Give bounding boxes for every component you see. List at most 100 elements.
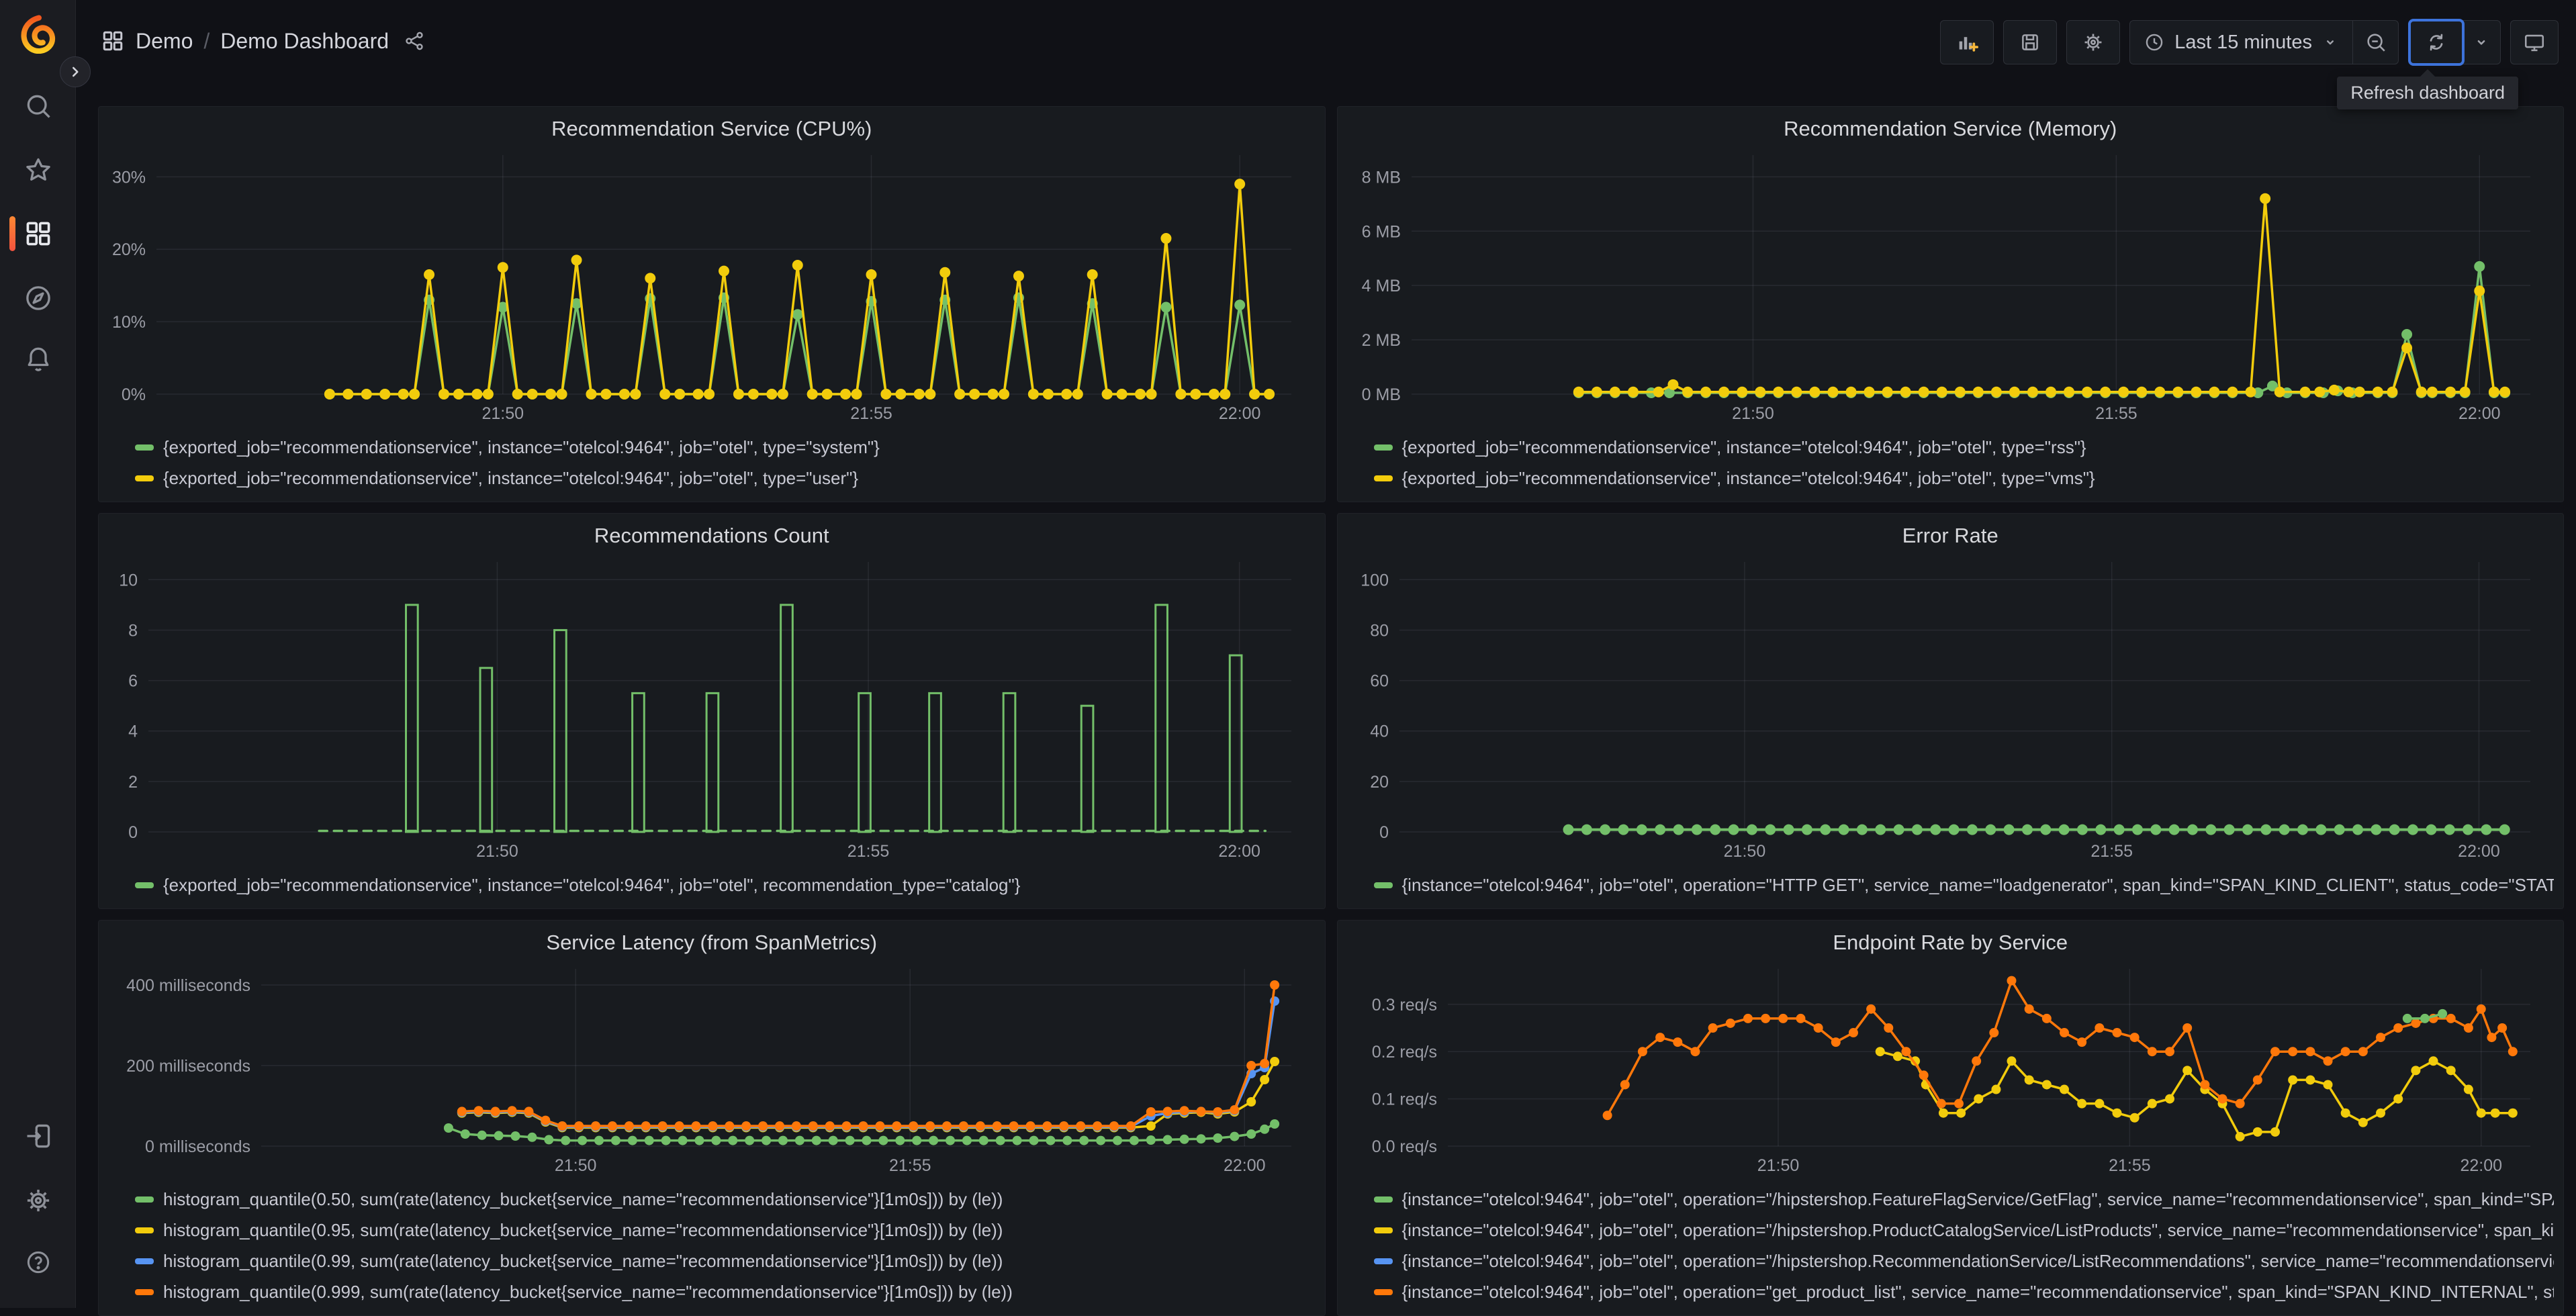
- share-button[interactable]: [404, 30, 425, 52]
- add-panel-button[interactable]: [1940, 20, 1994, 64]
- breadcrumb: Demo / Demo Dashboard: [101, 29, 425, 54]
- dashboards-grid-icon: [101, 29, 125, 53]
- legend-item[interactable]: {instance="otelcol:9464", job="otel", op…: [1373, 869, 2554, 900]
- refresh-tooltip: Refresh dashboard: [2337, 69, 2518, 109]
- legend-swatch-icon: [135, 475, 154, 481]
- svg-text:2 MB: 2 MB: [1361, 331, 1400, 350]
- chevron-right-icon: [72, 66, 79, 77]
- time-range-group: Last 15 minutes: [2129, 20, 2399, 64]
- sidebar-item-dashboards[interactable]: [22, 218, 54, 250]
- refresh-icon: [2430, 34, 2443, 51]
- breadcrumb-separator: /: [203, 28, 210, 53]
- legend-swatch-icon: [135, 1227, 154, 1233]
- svg-text:400 milliseconds: 400 milliseconds: [126, 976, 250, 995]
- save-dashboard-button[interactable]: [2003, 20, 2058, 64]
- dashboard-grid: Recommendation Service (CPU%) 0% 10% 20% 30…: [98, 106, 2564, 1316]
- legend-swatch-icon: [1373, 882, 1393, 888]
- panel-legend: histogram_quantile(0.50, sum(rate(latenc…: [108, 1181, 1316, 1307]
- svg-text:4: 4: [128, 722, 138, 741]
- breadcrumb-page-title[interactable]: Demo Dashboard: [220, 29, 389, 54]
- sidebar-expand-button[interactable]: [60, 56, 91, 87]
- topbar: Demo / Demo Dashboard Last 15 minutes: [76, 0, 2576, 82]
- grid-icon: [26, 222, 50, 246]
- svg-text:21:55: 21:55: [2095, 404, 2137, 423]
- legend-item[interactable]: {exported_job="recommendationservice", i…: [135, 432, 1316, 463]
- panel-title[interactable]: Endpoint Rate by Service: [1347, 927, 2555, 958]
- legend-item[interactable]: {instance="otelcol:9464", job="otel", op…: [1373, 1215, 2555, 1246]
- sidebar-item-help[interactable]: [22, 1246, 54, 1278]
- refresh-dashboard-button[interactable]: [2408, 19, 2465, 66]
- refresh-interval-dropdown[interactable]: [2462, 20, 2501, 64]
- legend-item[interactable]: {exported_job="recommendationservice", i…: [1373, 463, 2555, 493]
- legend-item[interactable]: {exported_job="recommendationservice", i…: [135, 463, 1316, 493]
- panel-title[interactable]: Recommendations Count: [108, 520, 1316, 551]
- svg-text:21:50: 21:50: [481, 404, 524, 423]
- svg-text:0 MB: 0 MB: [1361, 385, 1400, 404]
- legend-item[interactable]: histogram_quantile(0.95, sum(rate(latenc…: [135, 1215, 1316, 1246]
- svg-text:8: 8: [128, 621, 138, 640]
- add-panel-icon: [1959, 37, 1979, 52]
- sidebar-item-explore[interactable]: [22, 282, 54, 314]
- zoom-out-icon: [2366, 34, 2385, 52]
- panel-service-latency: Service Latency (from SpanMetrics) 0 mil…: [98, 920, 1326, 1316]
- monitor-icon: [2524, 34, 2544, 52]
- panel-title[interactable]: Recommendation Service (CPU%): [108, 113, 1316, 144]
- svg-text:6 MB: 6 MB: [1361, 222, 1400, 241]
- legend-swatch-icon: [1373, 1227, 1393, 1233]
- dashboard-settings-button[interactable]: [2066, 20, 2121, 64]
- legend-item[interactable]: {instance="otelcol:9464", job="otel", op…: [1373, 1276, 2554, 1307]
- legend-label: histogram_quantile(0.999, sum(rate(laten…: [163, 1281, 1013, 1302]
- legend-item[interactable]: {exported_job="recommendationservice", i…: [135, 869, 1316, 900]
- svg-text:30%: 30%: [112, 168, 146, 187]
- sidebar-item-search[interactable]: [22, 90, 54, 122]
- legend-swatch-icon: [135, 1196, 154, 1203]
- svg-text:0 milliseconds: 0 milliseconds: [145, 1137, 250, 1156]
- legend-swatch-icon: [135, 1288, 154, 1295]
- panel-title[interactable]: Error Rate: [1347, 520, 2555, 551]
- legend-label: {instance="otelcol:9464", job="otel", op…: [1401, 1188, 2555, 1209]
- svg-text:10%: 10%: [112, 313, 146, 332]
- zoom-out-time-button[interactable]: [2352, 21, 2398, 64]
- legend-item[interactable]: histogram_quantile(0.999, sum(rate(laten…: [135, 1276, 1316, 1307]
- gear-icon: [2084, 34, 2102, 51]
- legend-item[interactable]: histogram_quantile(0.99, sum(rate(latenc…: [135, 1246, 1316, 1276]
- sidebar-item-configuration[interactable]: [22, 1184, 54, 1217]
- legend-item[interactable]: {instance="otelcol:9464", job="otel", op…: [1373, 1184, 2555, 1215]
- chevron-down-icon: [2477, 40, 2485, 45]
- legend-swatch-icon: [1373, 1258, 1393, 1264]
- svg-text:21:50: 21:50: [476, 842, 518, 861]
- toolbar: Last 15 minutes: [1940, 19, 2559, 66]
- svg-text:0%: 0%: [122, 385, 146, 404]
- legend-label: histogram_quantile(0.99, sum(rate(latenc…: [163, 1250, 1003, 1271]
- grafana-logo[interactable]: [19, 15, 58, 56]
- svg-text:6: 6: [128, 672, 138, 691]
- legend-item[interactable]: {exported_job="recommendationservice", i…: [1373, 432, 2555, 463]
- svg-text:60: 60: [1370, 672, 1389, 691]
- refresh-group: [2408, 19, 2501, 66]
- panel-recommendation-cpu: Recommendation Service (CPU%) 0% 10% 20% 30…: [98, 106, 1326, 502]
- legend-item[interactable]: {instance="otelcol:9464", job="otel", op…: [1373, 1246, 2554, 1276]
- panel-title[interactable]: Service Latency (from SpanMetrics): [108, 927, 1316, 958]
- svg-text:40: 40: [1370, 722, 1389, 741]
- legend-item[interactable]: histogram_quantile(0.50, sum(rate(latenc…: [135, 1184, 1316, 1215]
- time-range-picker[interactable]: Last 15 minutes: [2130, 32, 2352, 54]
- chevron-down-icon: [2327, 40, 2334, 45]
- sidebar-item-sign-in[interactable]: [22, 1120, 54, 1152]
- legend-label: {instance="otelcol:9464", job="otel", op…: [1401, 1219, 2555, 1240]
- svg-text:100: 100: [1361, 571, 1389, 590]
- svg-text:22:00: 22:00: [1224, 1156, 1266, 1175]
- panel-title[interactable]: Recommendation Service (Memory): [1347, 113, 2555, 144]
- help-icon: [27, 1251, 50, 1274]
- sidebar-active-indicator: [9, 216, 15, 251]
- svg-text:10: 10: [119, 571, 138, 590]
- legend-label: {exported_job="recommendationservice", i…: [163, 467, 859, 488]
- sidebar-item-alerting[interactable]: [22, 342, 54, 375]
- tv-mode-button[interactable]: [2510, 20, 2559, 64]
- svg-text:21:50: 21:50: [1732, 404, 1774, 423]
- sidebar-item-starred[interactable]: [22, 154, 54, 186]
- panel-recommendation-memory: Recommendation Service (Memory) 0 MB 2 MB…: [1336, 106, 2564, 502]
- svg-text:22:00: 22:00: [1219, 404, 1261, 423]
- svg-text:20: 20: [1370, 773, 1389, 792]
- chart-canvas: 0.0 req/s 0.1 req/s 0.2 req/s 0.3 req/s 21:5…: [1347, 958, 2555, 1181]
- breadcrumb-section[interactable]: Demo: [136, 29, 193, 54]
